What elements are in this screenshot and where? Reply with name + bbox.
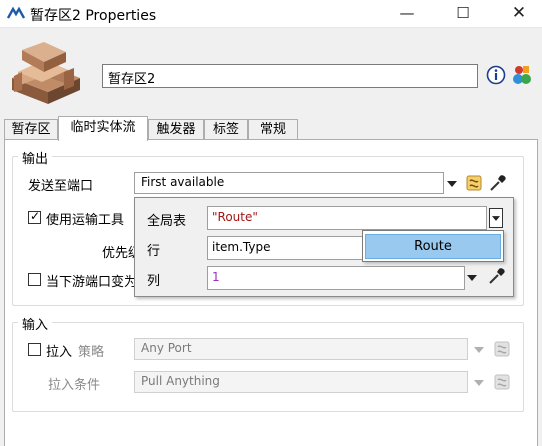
global-table-value: "Route" [212,210,258,224]
pull-condition-select[interactable]: Pull Anything [134,371,468,393]
input-group [12,322,524,412]
pull-strategy-select[interactable]: Any Port [134,338,468,360]
object-3d-icon [12,42,80,104]
column-label: 列 [147,274,161,289]
chevron-down-icon [492,216,500,221]
chevron-down-icon[interactable] [474,347,484,353]
global-table-input[interactable]: "Route" [207,206,487,230]
global-table-label: 全局表 [147,214,187,229]
info-icon[interactable] [486,65,506,85]
maximize-button[interactable]: ☐ [440,0,486,28]
strategy-label: 策略 [78,345,105,360]
output-group-title: 输出 [18,148,53,167]
edit-code-icon[interactable] [492,372,512,392]
input-group-title: 输入 [18,314,53,333]
use-transport-label: 使用运输工具 [46,213,125,228]
tab-queue[interactable]: 暂存区 [4,119,58,140]
window-title: 暂存区2 Properties [30,8,157,24]
minimize-button[interactable]: — [384,0,430,28]
help-icon[interactable] [512,64,532,86]
edit-code-icon[interactable] [492,339,512,359]
use-transport-checkbox[interactable]: ✓ [28,209,41,224]
pull-label: 拉入 [46,345,73,360]
column-value: 1 [212,270,220,284]
chevron-down-icon[interactable] [474,380,484,386]
pull-checkbox[interactable] [28,343,41,356]
edit-code-icon[interactable] [464,173,484,193]
chevron-down-icon[interactable] [467,275,477,281]
chevron-down-icon[interactable] [447,181,457,187]
dropdown-option-route[interactable]: Route [365,234,501,259]
column-input[interactable]: 1 [207,266,465,290]
object-name-input[interactable]: 暂存区2 [102,64,478,88]
close-button[interactable]: ✕ [496,0,542,28]
checkmark-icon: ✓ [30,209,41,223]
downstream-port-checkbox[interactable] [28,273,41,286]
title-bar: 暂存区2 Properties — ☐ ✕ [0,0,542,28]
pull-condition-label: 拉入条件 [48,378,101,393]
tab-general[interactable]: 常规 [248,119,298,140]
send-to-port-label: 发送至端口 [28,179,94,194]
global-table-dropdown-button[interactable] [489,208,503,228]
tab-labels[interactable]: 标签 [204,119,248,140]
eyedropper-icon[interactable] [487,266,507,286]
row-label: 行 [147,244,161,259]
global-table-dropdown-list: Route [362,230,504,262]
eyedropper-icon[interactable] [488,173,508,193]
send-to-port-select[interactable]: First available [134,172,444,194]
app-logo-icon [7,6,25,19]
tab-triggers[interactable]: 触发器 [148,119,204,140]
tab-flow[interactable]: 临时实体流 [58,116,148,141]
downstream-port-label: 当下游端口变为 [46,275,138,290]
